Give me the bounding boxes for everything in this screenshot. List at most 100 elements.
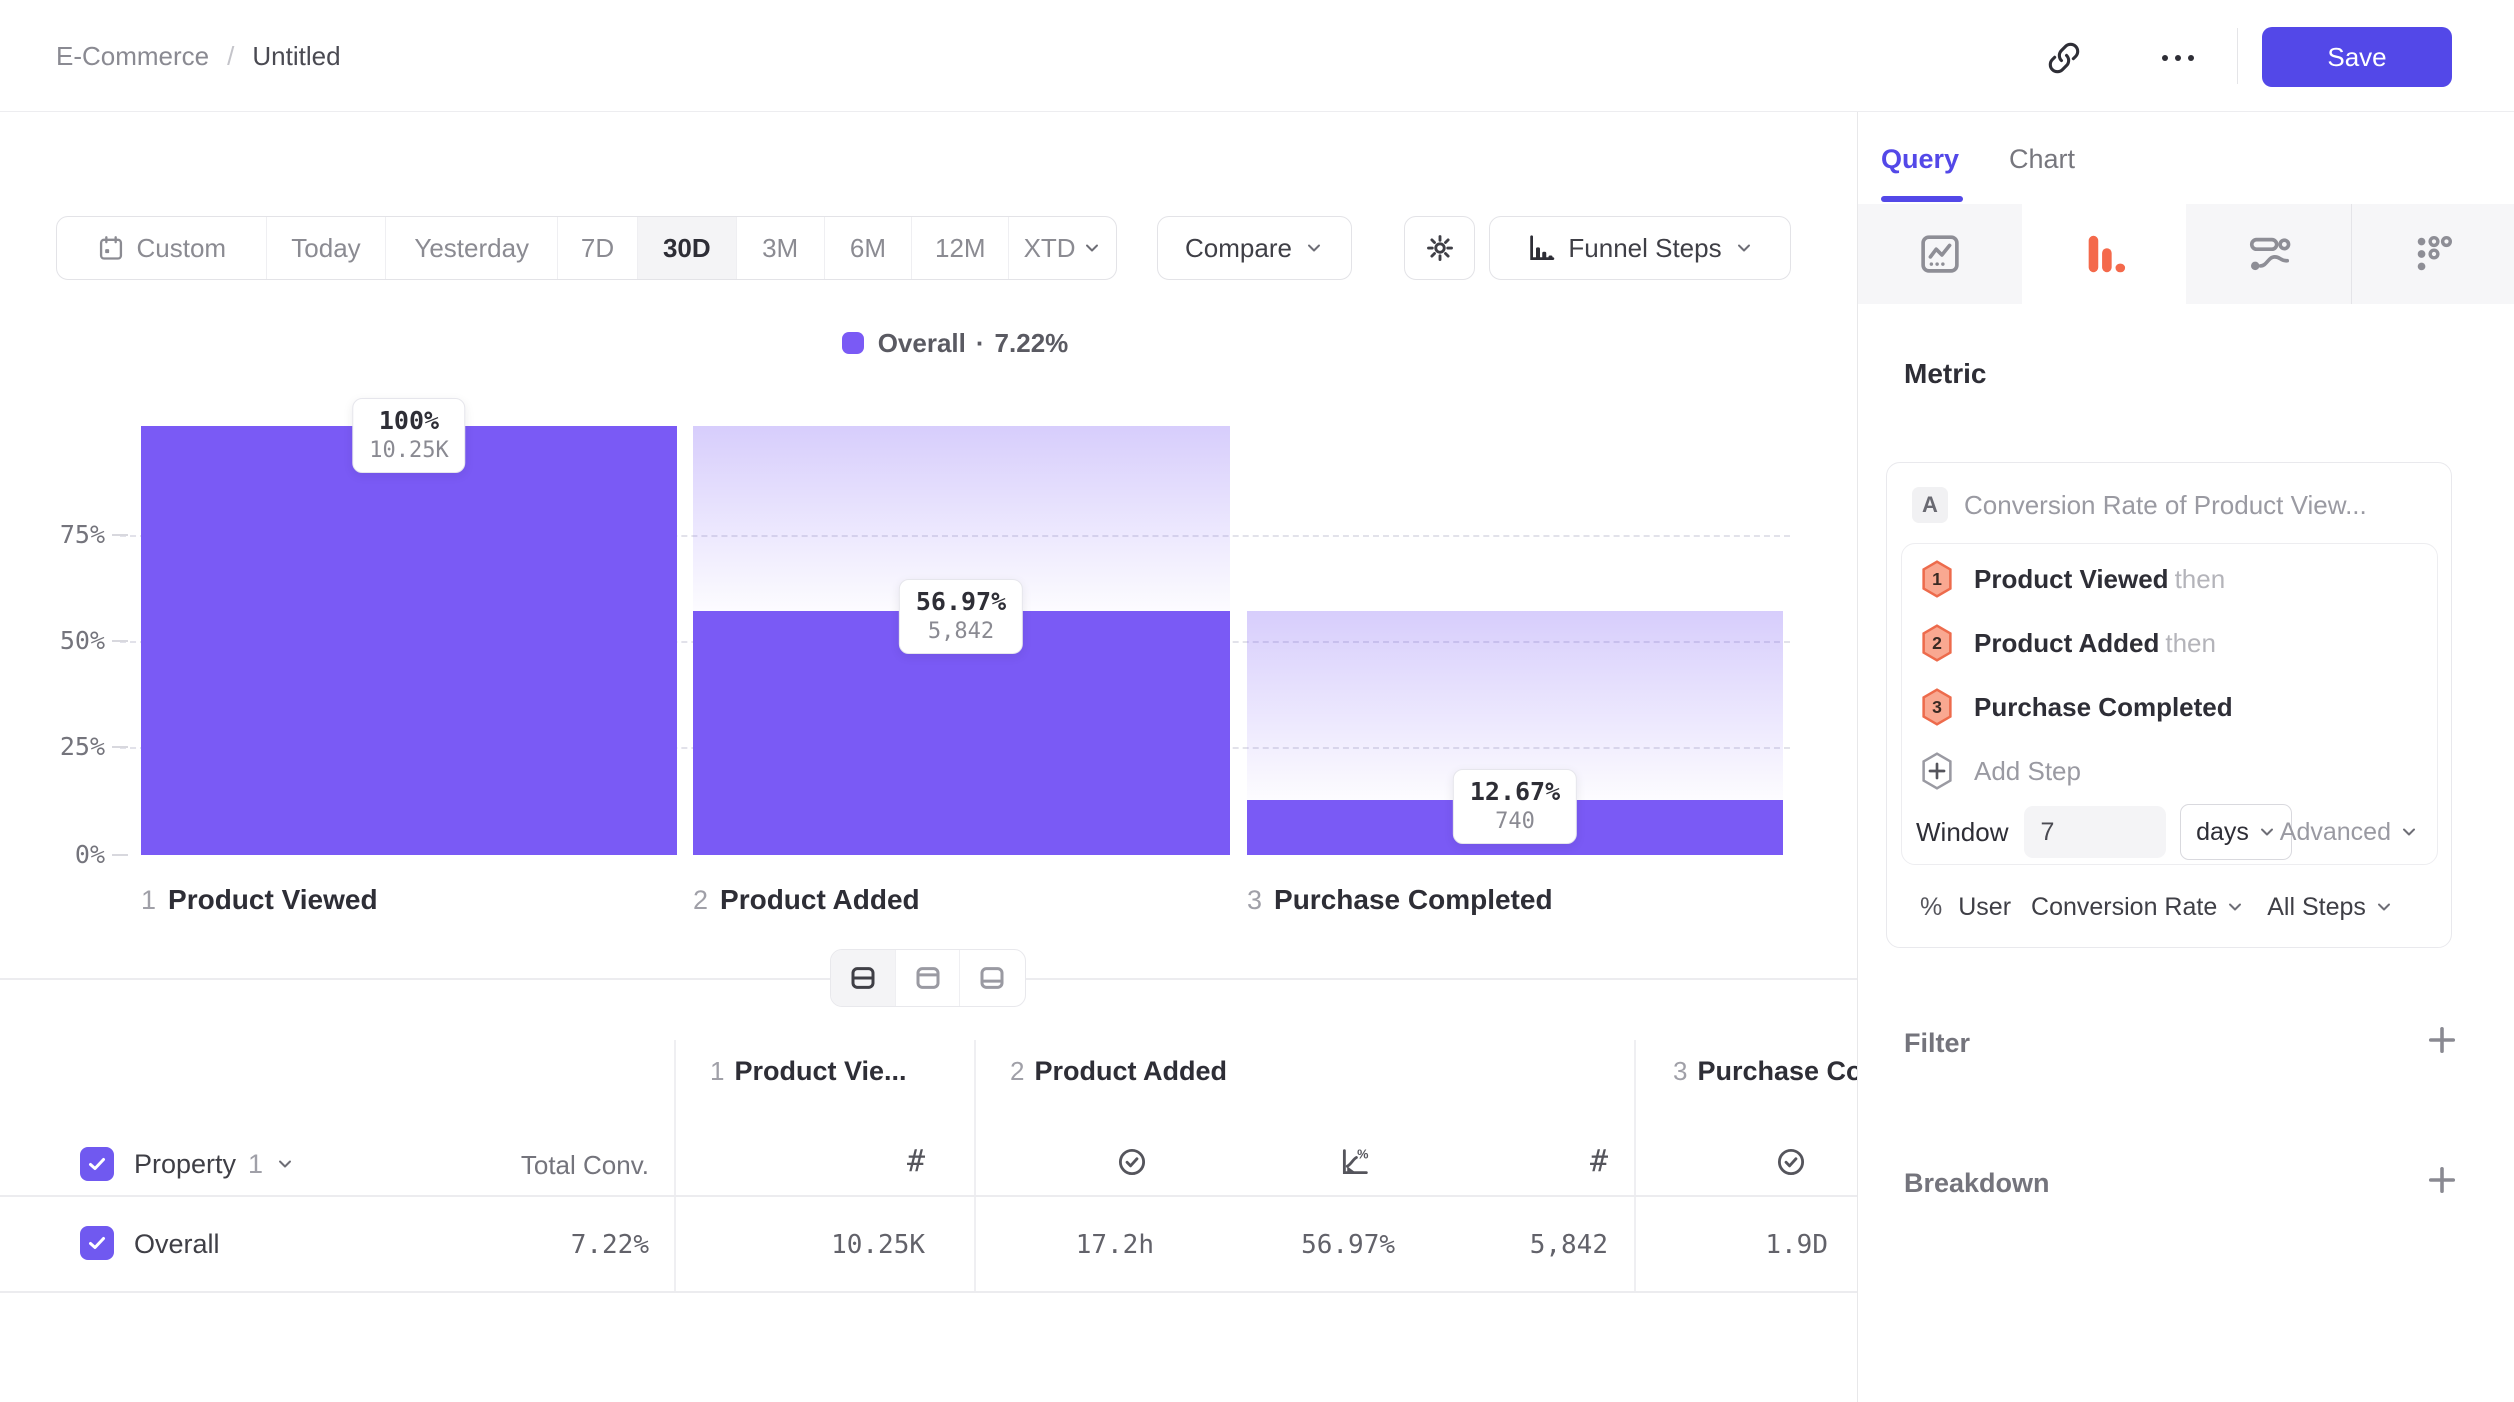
query-panel: Query Chart <box>1857 112 2514 1402</box>
chart-type-funnels[interactable] <box>2022 204 2186 304</box>
query-step-1[interactable]: 1 Product Viewedthen <box>1902 547 2437 611</box>
chart-only-icon <box>913 963 943 993</box>
metric-section-heading: Metric <box>1904 358 1986 390</box>
date-range-12m[interactable]: 12M <box>911 217 1008 279</box>
chart-type-insights[interactable] <box>1858 204 2022 304</box>
date-range-30d[interactable]: 30D <box>637 217 736 279</box>
layout-toggle <box>830 949 1026 1007</box>
results-table: 1 Product Vie... 2 Product Added 3 Purch… <box>0 1040 1857 1292</box>
funnel-steps-icon <box>1526 233 1556 263</box>
tab-query[interactable]: Query <box>1881 144 1959 175</box>
date-range-6m[interactable]: 6M <box>824 217 912 279</box>
view-type-button[interactable]: Funnel Steps <box>1489 216 1791 280</box>
plus-icon <box>2424 1022 2460 1058</box>
count-metric-icon[interactable]: # <box>1568 1144 1608 1179</box>
data-label-step-3: 12.67% 740 <box>1453 769 1577 844</box>
metric-summary-row[interactable]: A Conversion Rate of Product View... <box>1912 487 2367 523</box>
window-unit-select[interactable]: days <box>2180 804 2292 860</box>
row-checkbox[interactable] <box>80 1226 114 1260</box>
metric-summary: Conversion Rate of Product View... <box>1964 490 2367 521</box>
report-title[interactable]: Untitled <box>252 41 340 72</box>
metric-card: A Conversion Rate of Product View... 1 P… <box>1886 462 2452 948</box>
add-step-button[interactable]: Add Step <box>1902 739 2437 803</box>
table-column-step-3: 3 Purchase Completed <box>1673 1056 1857 1087</box>
chevron-down-icon <box>2399 822 2419 842</box>
flow-icon <box>2246 231 2292 277</box>
tab-chart[interactable]: Chart <box>2009 144 2075 175</box>
date-range-yesterday[interactable]: Yesterday <box>385 217 557 279</box>
time-to-convert-icon[interactable] <box>1114 1144 1150 1180</box>
legend-swatch <box>842 332 864 354</box>
legend-label: Overall <box>878 328 966 359</box>
breakdown-grid-icon <box>2411 231 2457 277</box>
svg-text:3: 3 <box>1932 697 1942 717</box>
property-selector[interactable]: Property 1 <box>134 1144 295 1184</box>
x-axis-step-2: 2 Product Added <box>693 884 920 916</box>
metric-footer: % User Conversion Rate All Steps <box>1920 887 2394 927</box>
check-icon <box>85 1231 109 1255</box>
legend-item-overall[interactable]: Overall · 7.22% <box>842 328 1069 359</box>
layout-chart-only-button[interactable] <box>895 950 959 1006</box>
advanced-toggle[interactable]: Advanced <box>2280 818 2419 847</box>
measure-select[interactable]: Conversion Rate <box>2031 893 2217 922</box>
date-range-3m[interactable]: 3M <box>736 217 824 279</box>
date-range-7d[interactable]: 7D <box>557 217 637 279</box>
funnel-steps-editor: 1 Product Viewedthen 2 Product Addedthen… <box>1901 543 2438 865</box>
row-name: Overall <box>134 1229 220 1260</box>
top-bar: E-Commerce / Untitled Save <box>0 0 2514 112</box>
funnel-chart: 75% 50% 25% 0% 100% 10.25K 56.97% 5,842 <box>0 372 1857 978</box>
chart-settings-button[interactable] <box>1404 216 1475 280</box>
y-axis-label-25: 25% <box>30 732 105 761</box>
share-link-button[interactable] <box>2044 40 2084 76</box>
calendar-icon <box>97 234 125 262</box>
date-range-label: Custom <box>137 233 227 264</box>
chart-type-flows[interactable] <box>2186 204 2351 304</box>
date-range-custom[interactable]: Custom <box>57 217 266 279</box>
counting-entity-select[interactable]: User <box>1958 893 2011 922</box>
chevron-down-icon <box>275 1154 295 1174</box>
more-actions-button[interactable] <box>2148 40 2208 76</box>
add-step-hexagon-icon <box>1920 752 1954 790</box>
count-metric-icon[interactable]: # <box>885 1144 925 1179</box>
svg-text:1: 1 <box>1932 569 1942 589</box>
query-step-2[interactable]: 2 Product Addedthen <box>1902 611 2437 675</box>
total-conversion-header: Total Conv. <box>449 1150 649 1181</box>
layout-split-view-button[interactable] <box>831 950 895 1006</box>
cell-step2-time: 17.2h <box>994 1230 1154 1260</box>
select-all-checkbox[interactable] <box>80 1147 114 1181</box>
cell-step1-count: 10.25K <box>765 1230 925 1260</box>
gear-icon <box>1425 233 1455 263</box>
header-divider <box>2237 28 2238 84</box>
window-value-input[interactable]: 7 <box>2024 806 2166 858</box>
date-range-xtd[interactable]: XTD <box>1008 217 1116 279</box>
x-axis-step-3: 3 Purchase Completed <box>1247 884 1553 916</box>
legend-value: 7.22% <box>995 328 1069 359</box>
y-axis-label-50: 50% <box>30 626 105 655</box>
measurement-prefix[interactable]: % <box>1920 893 1942 922</box>
y-axis-label-75: 75% <box>30 520 105 549</box>
link-icon <box>2047 41 2081 75</box>
chart-type-breakdown-grid[interactable] <box>2351 204 2514 304</box>
steps-scope-select[interactable]: All Steps <box>2267 893 2366 922</box>
funnel-bar-step-1[interactable] <box>141 426 677 855</box>
layout-table-only-button[interactable] <box>959 950 1023 1006</box>
chart-type-tabs <box>1858 204 2514 304</box>
save-button[interactable]: Save <box>2262 27 2452 87</box>
query-step-3[interactable]: 3 Purchase Completed <box>1902 675 2437 739</box>
compare-button[interactable]: Compare <box>1157 216 1352 280</box>
filter-section-heading: Filter <box>1904 1028 1970 1059</box>
chevron-down-icon <box>1304 238 1324 258</box>
report-canvas: Custom Today Yesterday 7D 30D 3M 6M 12M … <box>0 112 1857 1402</box>
breadcrumb-parent[interactable]: E-Commerce <box>56 41 209 72</box>
breadcrumb: E-Commerce / Untitled <box>56 0 341 112</box>
add-breakdown-button[interactable] <box>2424 1162 2460 1203</box>
step-hexagon-badge: 3 <box>1920 688 1954 726</box>
svg-text:2: 2 <box>1932 633 1942 653</box>
add-filter-button[interactable] <box>2424 1022 2460 1063</box>
data-label-step-1: 100% 10.25K <box>352 398 465 473</box>
date-range-today[interactable]: Today <box>266 217 386 279</box>
table-column-step-1: 1 Product Vie... <box>710 1056 907 1087</box>
conversion-rate-icon[interactable]: % <box>1337 1144 1373 1180</box>
plus-icon <box>2424 1162 2460 1198</box>
time-to-convert-icon[interactable] <box>1773 1144 1809 1180</box>
